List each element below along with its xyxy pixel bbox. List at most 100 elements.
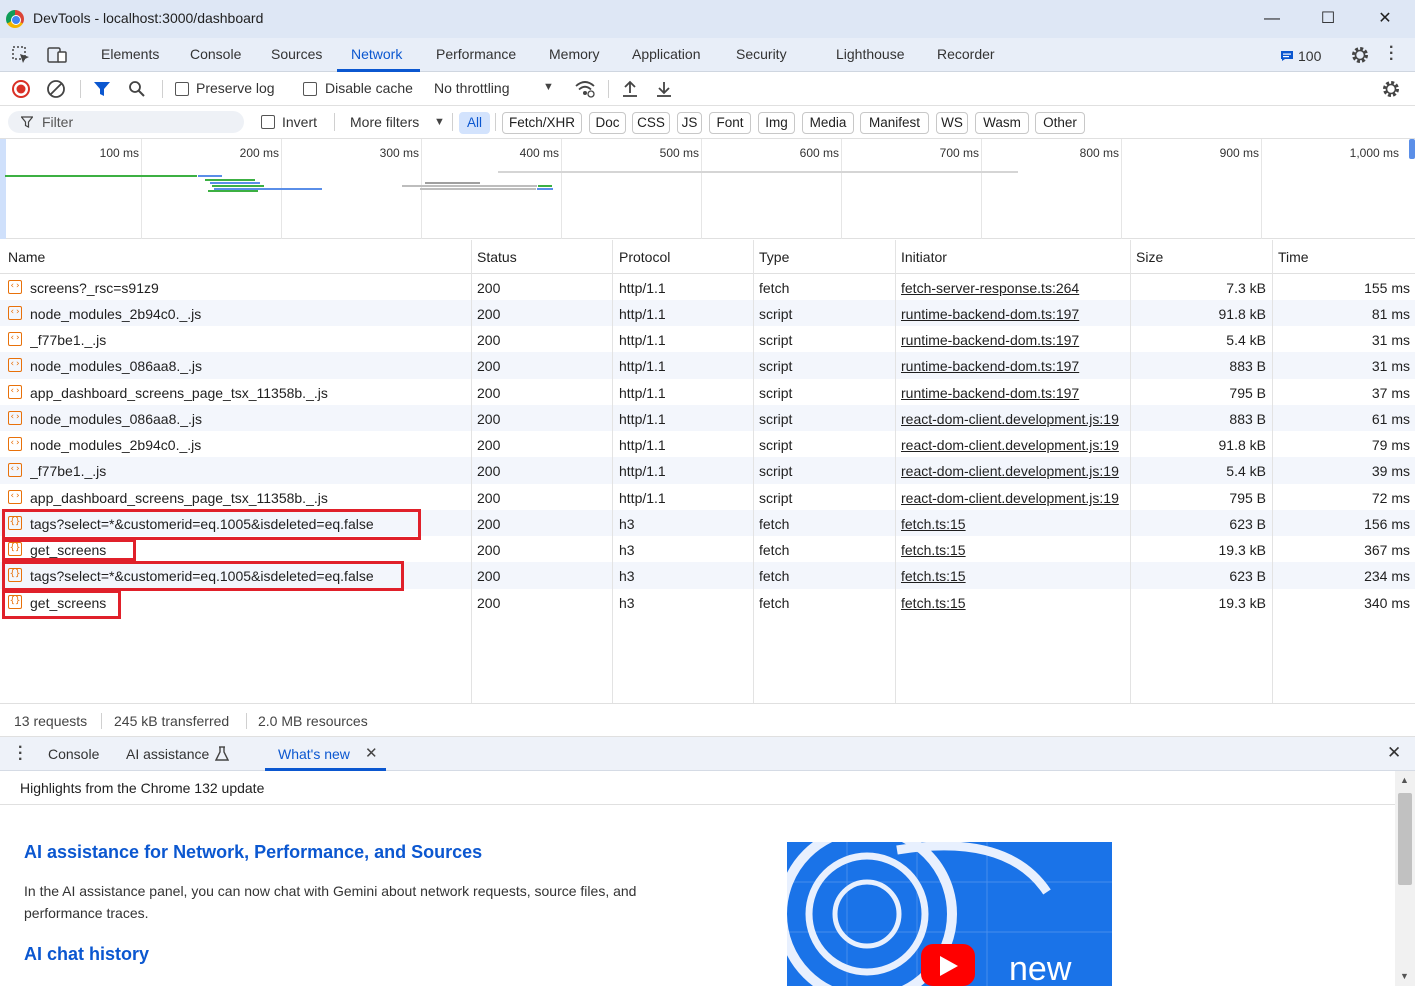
chip-doc[interactable]: Doc <box>589 112 626 134</box>
issues-icon[interactable] <box>1280 50 1294 62</box>
chip-fetch-xhr[interactable]: Fetch/XHR <box>502 112 582 134</box>
table-row[interactable]: ‹› _f77be1._.js 200 http/1.1 script runtime-b… <box>0 326 1415 352</box>
tab-performance[interactable]: Performance <box>436 46 516 62</box>
cell-initiator[interactable]: runtime-backend-dom.ts:197 <box>901 332 1130 348</box>
column-divider[interactable] <box>895 240 896 703</box>
table-row[interactable]: ‹› _f77be1._.js 200 http/1.1 script react-dom… <box>0 457 1415 484</box>
cell-initiator[interactable]: react-dom-client.development.js:19 <box>901 463 1130 479</box>
cell-initiator[interactable]: fetch.ts:15 <box>901 568 1130 584</box>
col-time[interactable]: Time <box>1278 249 1309 265</box>
minimize-button[interactable]: — <box>1252 6 1292 32</box>
table-row[interactable]: ‹› app_dashboard_screens_page_tsx_11358b.… <box>0 484 1415 510</box>
drawer-scrollbar-thumb[interactable] <box>1398 793 1412 885</box>
column-divider[interactable] <box>612 240 613 703</box>
cell-initiator[interactable]: runtime-backend-dom.ts:197 <box>901 306 1130 322</box>
filter-input[interactable]: Filter <box>8 111 244 133</box>
filter-funnel-icon[interactable] <box>93 80 111 98</box>
close-tab-icon[interactable]: ✕ <box>365 744 378 762</box>
scroll-up-arrow[interactable]: ▲ <box>1400 775 1409 785</box>
cell-initiator[interactable]: fetch-server-response.ts:264 <box>901 280 1130 296</box>
close-drawer-icon[interactable]: ✕ <box>1387 743 1401 763</box>
scroll-down-arrow[interactable]: ▼ <box>1400 971 1409 981</box>
invert-checkbox[interactable] <box>261 115 275 129</box>
tab-sources[interactable]: Sources <box>271 46 322 62</box>
drawer-menu-icon[interactable]: · · · <box>18 740 24 768</box>
import-har-icon[interactable] <box>621 79 639 99</box>
whats-new-promo-image[interactable]: new <box>787 842 1112 986</box>
col-size[interactable]: Size <box>1136 249 1163 265</box>
more-options-icon[interactable]: · · · <box>1389 40 1399 68</box>
left-range-handle[interactable] <box>0 139 6 239</box>
col-protocol[interactable]: Protocol <box>619 249 670 265</box>
maximize-button[interactable]: ☐ <box>1308 6 1348 32</box>
chevron-down-icon[interactable]: ▼ <box>434 116 445 128</box>
chevron-down-icon[interactable]: ▼ <box>543 81 554 93</box>
drawer-tab-whats-new[interactable]: What's new <box>278 746 350 762</box>
chip-img[interactable]: Img <box>758 112 795 134</box>
throttling-select[interactable]: No throttling <box>434 80 509 96</box>
right-range-handle[interactable] <box>1409 139 1415 159</box>
drawer-tab-console[interactable]: Console <box>48 746 99 762</box>
table-row[interactable]: ‹› node_modules_2b94c0._.js 200 http/1.1 scr… <box>0 431 1415 457</box>
cell-initiator[interactable]: fetch.ts:15 <box>901 595 1130 611</box>
cell-initiator[interactable]: runtime-backend-dom.ts:197 <box>901 358 1130 374</box>
col-initiator[interactable]: Initiator <box>901 249 947 265</box>
chip-all[interactable]: All <box>459 112 490 134</box>
clear-icon[interactable] <box>46 79 66 99</box>
column-divider[interactable] <box>1272 240 1273 703</box>
cell-initiator[interactable]: fetch.ts:15 <box>901 542 1130 558</box>
table-row[interactable]: ‹› node_modules_086aa8._.js 200 http/1.1 scr… <box>0 352 1415 379</box>
close-window-button[interactable]: ✕ <box>1365 6 1405 32</box>
chip-font[interactable]: Font <box>709 112 751 134</box>
inspect-element-icon[interactable] <box>11 45 31 65</box>
tab-memory[interactable]: Memory <box>549 46 600 62</box>
disable-cache-checkbox[interactable] <box>303 82 317 96</box>
cell-initiator[interactable]: react-dom-client.development.js:19 <box>901 490 1130 506</box>
table-row[interactable]: ‹› node_modules_2b94c0._.js 200 http/1.1 scr… <box>0 300 1415 326</box>
tab-recorder[interactable]: Recorder <box>937 46 995 62</box>
tab-console[interactable]: Console <box>190 46 241 62</box>
column-divider[interactable] <box>753 240 754 703</box>
cell-initiator[interactable]: react-dom-client.development.js:19 <box>901 411 1130 427</box>
cell-initiator[interactable]: react-dom-client.development.js:19 <box>901 437 1130 453</box>
timeline-overview[interactable]: 100 ms 200 ms 300 ms 400 ms 500 ms 600 m… <box>0 139 1415 239</box>
export-har-icon[interactable] <box>655 79 673 99</box>
col-status[interactable]: Status <box>477 249 517 265</box>
chip-media[interactable]: Media <box>802 112 854 134</box>
device-toolbar-icon[interactable] <box>46 45 68 65</box>
preserve-log-checkbox[interactable] <box>175 82 189 96</box>
tab-elements[interactable]: Elements <box>101 46 159 62</box>
tab-application[interactable]: Application <box>632 46 701 62</box>
chip-manifest[interactable]: Manifest <box>860 112 929 134</box>
column-divider[interactable] <box>1130 240 1131 703</box>
chip-css[interactable]: CSS <box>632 112 670 134</box>
table-row[interactable]: ‹› screens?_rsc=s91z9 200 http/1.1 fetch fetc… <box>0 274 1415 300</box>
feature-heading-ai-chat-history[interactable]: AI chat history <box>24 944 149 965</box>
chip-wasm[interactable]: Wasm <box>975 112 1029 134</box>
stop-recording-icon[interactable] <box>11 79 31 99</box>
preserve-log-label: Preserve log <box>196 80 275 96</box>
table-row[interactable]: ‹› app_dashboard_screens_page_tsx_11358b.… <box>0 379 1415 405</box>
network-conditions-icon[interactable] <box>574 79 596 99</box>
tab-network[interactable]: Network <box>351 46 402 62</box>
issues-count[interactable]: 100 <box>1298 48 1321 64</box>
column-divider[interactable] <box>471 240 472 703</box>
tab-lighthouse[interactable]: Lighthouse <box>836 46 905 62</box>
chip-js[interactable]: JS <box>677 112 702 134</box>
settings-gear-icon[interactable] <box>1350 45 1370 65</box>
more-filters-button[interactable]: More filters <box>350 114 419 130</box>
tab-security[interactable]: Security <box>736 46 787 62</box>
cell-initiator[interactable]: fetch.ts:15 <box>901 516 1130 532</box>
cell-initiator[interactable]: runtime-backend-dom.ts:197 <box>901 385 1130 401</box>
chip-other[interactable]: Other <box>1035 112 1085 134</box>
table-row[interactable]: {} get_screens 200 h3 fetch fetch.ts:15 19.3 k… <box>0 589 1415 615</box>
script-file-icon: ‹› <box>8 463 22 477</box>
search-icon[interactable] <box>128 80 146 98</box>
feature-heading-ai-assistance[interactable]: AI assistance for Network, Performance, … <box>24 842 482 863</box>
table-row[interactable]: ‹› node_modules_086aa8._.js 200 http/1.1 scr… <box>0 405 1415 431</box>
col-type[interactable]: Type <box>759 249 789 265</box>
chip-ws[interactable]: WS <box>936 112 968 134</box>
drawer-tab-ai-assistance[interactable]: AI assistance <box>126 746 209 762</box>
col-name[interactable]: Name <box>8 249 45 265</box>
network-settings-gear-icon[interactable] <box>1381 79 1401 99</box>
